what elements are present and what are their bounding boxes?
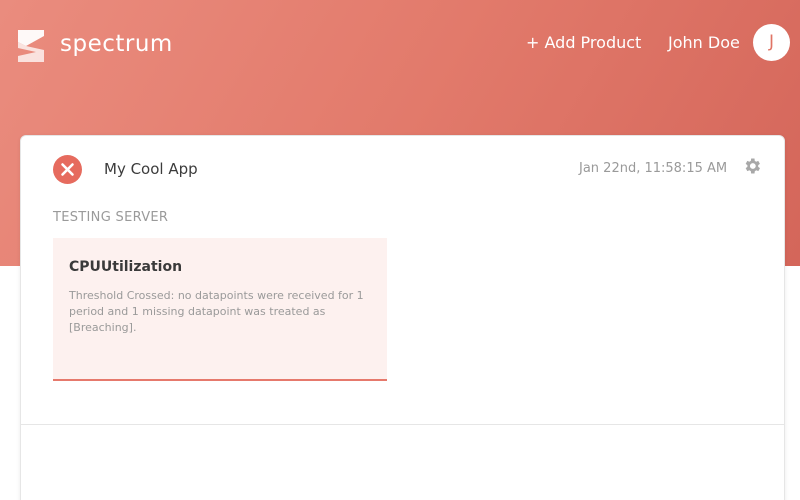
add-product-link[interactable]: + Add Product — [526, 33, 641, 52]
server-label: TESTING SERVER — [53, 210, 169, 225]
app-card: My Cool App Jan 22nd, 11:58:15 AM TESTIN… — [20, 135, 785, 500]
brand-name[interactable]: spectrum — [60, 31, 173, 57]
app-name: My Cool App — [104, 160, 198, 178]
error-x-icon — [53, 155, 82, 184]
alert-title: CPUUtilization — [69, 259, 183, 275]
user-name[interactable]: John Doe — [668, 33, 740, 52]
top-header: spectrum + Add Product John Doe J — [0, 0, 800, 90]
gear-icon[interactable] — [742, 156, 762, 176]
page: spectrum + Add Product John Doe J My Coo… — [0, 0, 800, 500]
spectrum-logo-icon[interactable] — [14, 28, 48, 64]
timestamp: Jan 22nd, 11:58:15 AM — [579, 161, 728, 176]
avatar[interactable]: J — [753, 24, 790, 61]
alert-card[interactable]: CPUUtilization Threshold Crossed: no dat… — [53, 238, 387, 381]
card-divider — [21, 424, 784, 425]
alert-message: Threshold Crossed: no datapoints were re… — [69, 289, 364, 334]
